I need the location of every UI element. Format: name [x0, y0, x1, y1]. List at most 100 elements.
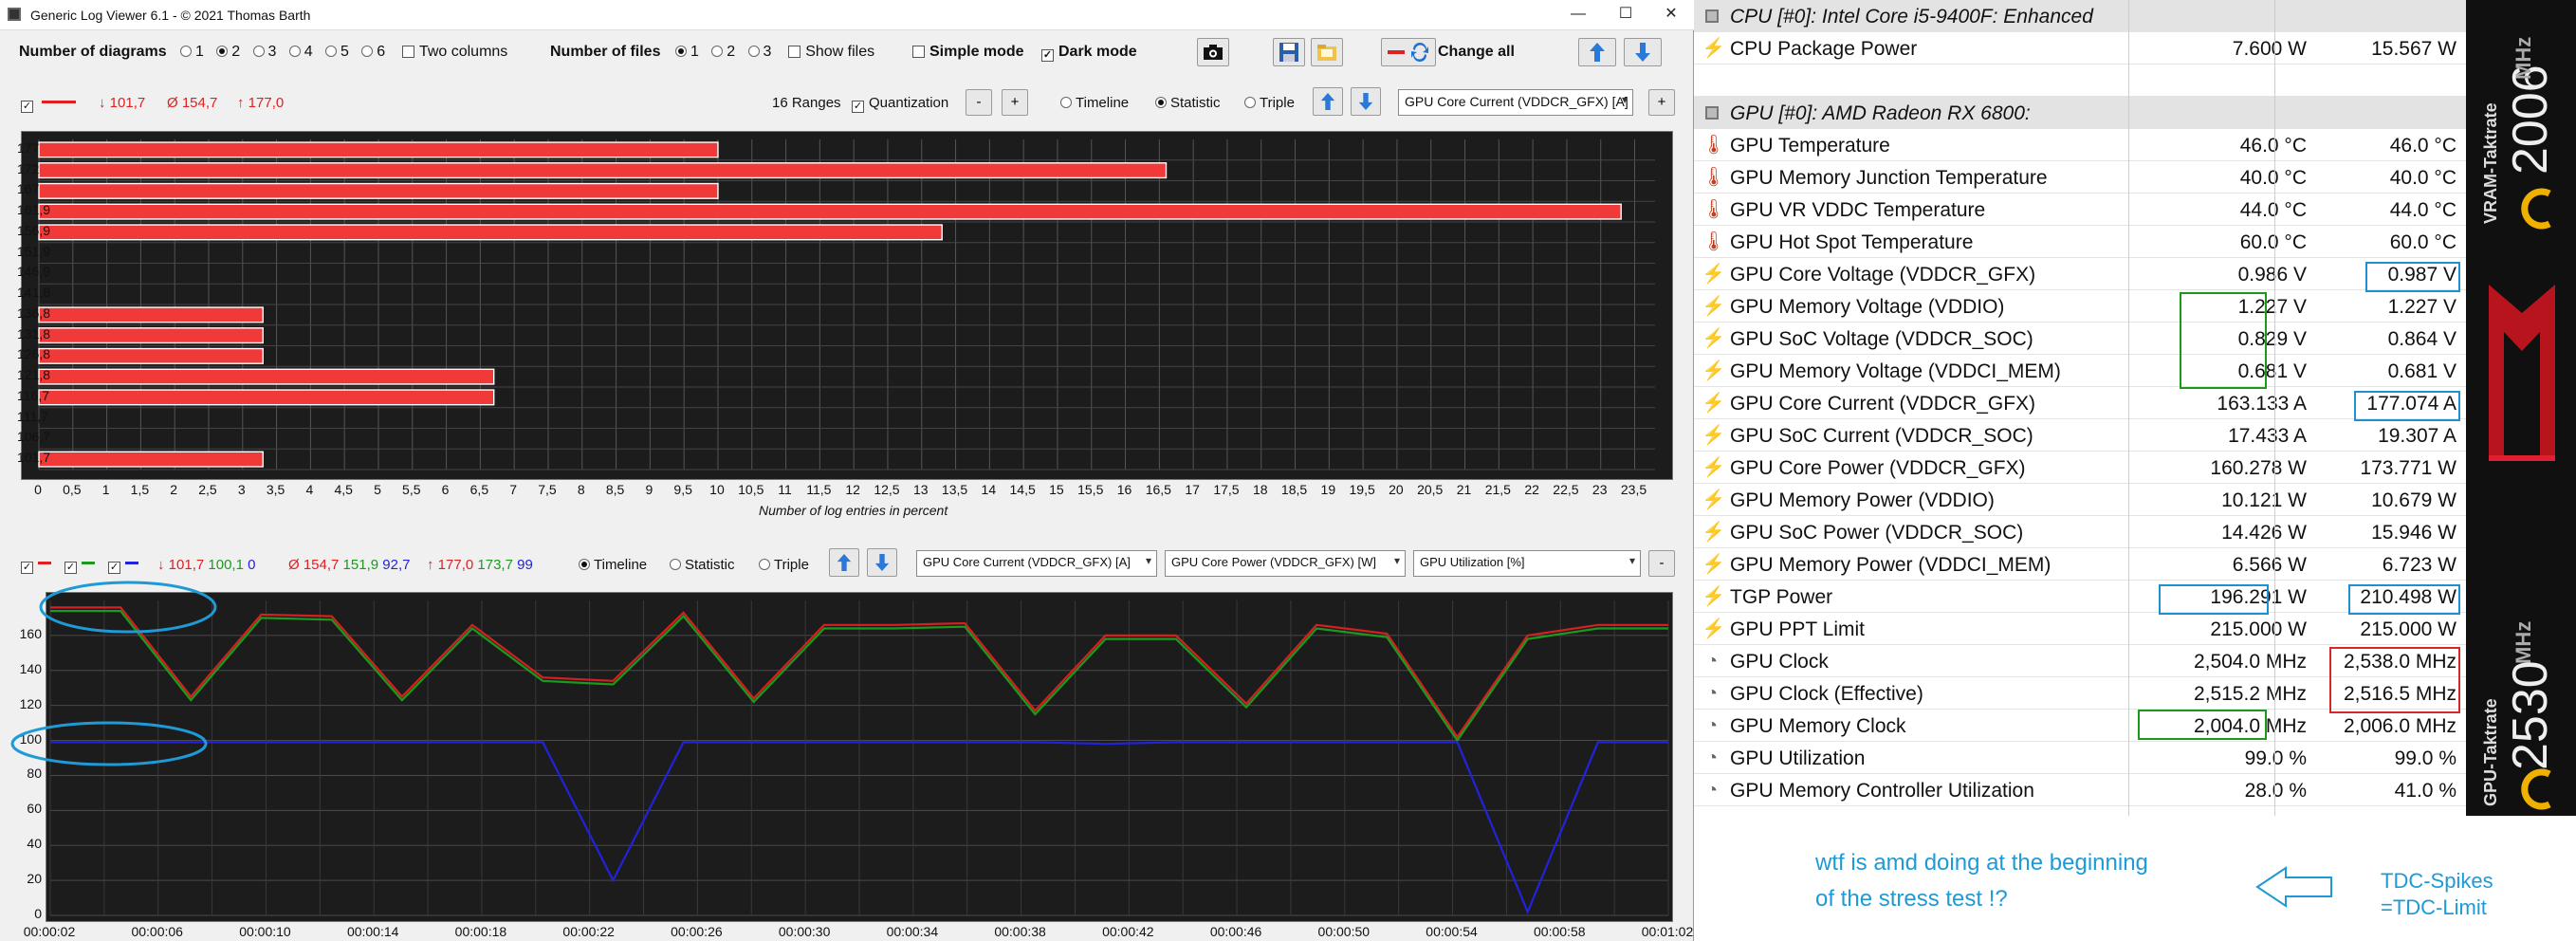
histogram-x-tick: 21 — [1456, 482, 1472, 497]
sensor-max-value: 173.771 W — [2360, 457, 2456, 479]
sensor-row[interactable]: ⚡ GPU SoC Voltage (VDDCR_SOC) 0.829 V 0.864… — [1694, 323, 2466, 355]
highlight-box — [2348, 584, 2460, 615]
diagram-radio-4[interactable]: 4 — [288, 44, 313, 60]
save-button[interactable] — [1273, 38, 1305, 66]
diagram2-remove-button[interactable]: - — [1648, 550, 1675, 577]
diagram1-move-down-button[interactable] — [1351, 87, 1381, 116]
histogram-x-tick: 21,5 — [1484, 482, 1511, 497]
diagram1-add-button[interactable]: + — [1648, 89, 1675, 116]
bolt-icon: ⚡ — [1702, 328, 1725, 349]
sensor-name: GPU VR VDDC Temperature — [1730, 199, 1986, 221]
minimize-button[interactable]: — — [1565, 4, 1592, 27]
diagram2-stat-avg: Ø 154,7 151,9 92,7 — [288, 557, 411, 573]
histogram-x-tick: 23 — [1592, 482, 1608, 497]
timeline-x-tick: 00:00:58 — [1534, 924, 1586, 939]
ranges-increase-button[interactable]: + — [1002, 89, 1028, 116]
diagram1-mode-timeline[interactable]: Timeline — [1060, 95, 1129, 111]
simple-mode-checkbox[interactable]: Simple mode — [912, 44, 1024, 61]
arrow-up-icon — [1590, 43, 1605, 62]
diagram-radio-5[interactable]: 5 — [325, 44, 349, 60]
sensor-row[interactable]: ⚡ GPU SoC Power (VDDCR_SOC) 14.426 W 15.946… — [1694, 516, 2466, 548]
sensor-row[interactable]: ⚡ GPU Memory Power (VDDIO) 10.121 W 10.679 … — [1694, 484, 2466, 516]
gpu-clock-unit: MHz — [2512, 620, 2535, 664]
sensor-row[interactable]: ⚡ GPU PPT Limit 215.000 W 215.000 W — [1694, 613, 2466, 645]
file-radio-3[interactable]: 3 — [747, 44, 771, 60]
two-columns-checkbox[interactable]: Two columns — [401, 44, 507, 60]
sensor-row[interactable]: ◔ GPU Memory Clock 2,004.0 MHz 2,006.0 MHz — [1694, 710, 2466, 742]
dark-mode-checkbox[interactable]: ✓ Dark mode — [1041, 44, 1137, 62]
show-files-checkbox[interactable]: Show files — [788, 44, 874, 60]
diagram1-mode-triple[interactable]: Triple — [1244, 95, 1295, 111]
diagram1-move-up-button[interactable] — [1313, 87, 1343, 116]
sensor-row[interactable]: ◔ GPU Utilization 99.0 % 99.0 % — [1694, 742, 2466, 774]
histogram-x-tick: 8,5 — [605, 482, 625, 497]
diagram-radio-1[interactable]: 1 — [180, 44, 204, 60]
red-logo-icon — [2489, 285, 2555, 461]
histogram-x-tick: 11 — [778, 482, 792, 497]
histogram-x-tick: 1 — [101, 482, 110, 497]
sensor-name: GPU Hot Spot Temperature — [1730, 231, 1974, 253]
diagram1-mode-statistic[interactable]: Statistic — [1155, 95, 1221, 111]
timeline-x-tick: 00:00:54 — [1426, 924, 1478, 939]
sensor-row[interactable]: 🌡 GPU Temperature 46.0 °C 46.0 °C — [1694, 129, 2466, 161]
sensor-row[interactable]: 🌡 GPU VR VDDC Temperature 44.0 °C 44.0 °C — [1694, 194, 2466, 226]
diagram2-move-down-button[interactable] — [867, 548, 897, 577]
open-folder-button[interactable] — [1311, 38, 1343, 66]
sensor-row[interactable]: ⚡ CPU Package Power 7.600 W 15.567 W — [1694, 32, 2466, 65]
histogram-x-tick: 18,5 — [1280, 482, 1308, 497]
diagram2-mode-timeline[interactable]: Timeline — [579, 557, 647, 573]
move-down-all-button[interactable] — [1624, 38, 1662, 66]
histogram-x-tick: 18 — [1252, 482, 1268, 497]
sensor-name: GPU SoC Current (VDDCR_SOC) — [1730, 425, 2033, 447]
diagram2-red-series-checkbox[interactable]: ✓ — [21, 556, 51, 574]
annotation-tdc-line1: TDC-Spikes — [2381, 869, 2493, 893]
diagram-radio-3[interactable]: 3 — [252, 44, 276, 60]
file-radio-1[interactable]: 1 — [675, 44, 699, 60]
sensor-row[interactable]: ⚡ GPU SoC Current (VDDCR_SOC) 17.433 A 19.3… — [1694, 419, 2466, 452]
clock-gadget: VRAM-Taktrate 2006 MHz GPU-Taktrate 2530… — [2466, 0, 2576, 816]
diagram2-mode-triple[interactable]: Triple — [759, 557, 809, 573]
sensor-group-header[interactable]: CPU [#0]: Intel Core i5-9400F: Enhanced — [1694, 0, 2466, 32]
diagram2-plot-area — [46, 592, 1673, 922]
sensor-row[interactable]: ⚡ GPU Core Power (VDDCR_GFX) 160.278 W 173.… — [1694, 452, 2466, 484]
swap-colors-button[interactable] — [1381, 38, 1436, 66]
file-radio-2[interactable]: 2 — [711, 44, 735, 60]
diagram2-green-series-checkbox[interactable]: ✓ — [64, 556, 95, 574]
diagram2-sensor1-select[interactable]: GPU Core Current (VDDCR_GFX) [A] — [916, 550, 1157, 577]
sensor-row[interactable]: ◔ GPU Memory Controller Utilization 28.0 %… — [1694, 774, 2466, 806]
timeline-x-tick: 00:00:46 — [1209, 924, 1262, 939]
histogram-bar — [38, 162, 1168, 179]
diagram2-sensor3-select[interactable]: GPU Utilization [%] — [1413, 550, 1641, 577]
maximize-button[interactable]: ☐ — [1612, 4, 1639, 27]
histogram-x-tick: 13,5 — [941, 482, 968, 497]
sensor-row[interactable]: 🌡 GPU Hot Spot Temperature 60.0 °C 60.0 °C — [1694, 226, 2466, 258]
sensor-group-header[interactable]: GPU [#0]: AMD Radeon RX 6800: — [1694, 97, 2466, 129]
diagram-radio-2[interactable]: 2 — [216, 44, 240, 60]
sensor-row[interactable]: ⚡ GPU Memory Voltage (VDDIO) 1.227 V 1.227 … — [1694, 290, 2466, 323]
sensor-row[interactable]: ⚡ GPU Core Voltage (VDDCR_GFX) 0.986 V 0.98… — [1694, 258, 2466, 290]
move-up-all-button[interactable] — [1578, 38, 1616, 66]
histogram-x-tick: 16,5 — [1145, 482, 1171, 497]
diagram2-mode-statistic[interactable]: Statistic — [670, 557, 735, 573]
screenshot-button[interactable] — [1197, 38, 1229, 66]
num-diagrams-label: Number of diagrams — [19, 44, 167, 60]
sensor-row[interactable] — [1694, 65, 2466, 97]
histogram-x-tick: 14,5 — [1009, 482, 1036, 497]
sensor-row[interactable]: ⚡ GPU Core Current (VDDCR_GFX) 163.133 A 17… — [1694, 387, 2466, 419]
histogram-bar — [38, 451, 264, 468]
quantization-checkbox[interactable]: ✓ Quantization — [852, 95, 948, 113]
diagram2-move-up-button[interactable] — [829, 548, 859, 577]
diagram1-stat-avg: Ø 154,7 — [167, 95, 218, 111]
ranges-decrease-button[interactable]: - — [966, 89, 992, 116]
gpu-clock-value: 2530 — [2503, 660, 2558, 770]
diagram-radio-6[interactable]: 6 — [361, 44, 385, 60]
sensor-row[interactable]: ⚡ GPU Memory Voltage (VDDCI_MEM) 0.681 V 0.… — [1694, 355, 2466, 387]
timeline-x-tick: 00:00:34 — [886, 924, 939, 939]
sensor-row[interactable]: 🌡 GPU Memory Junction Temperature 40.0 °C 4… — [1694, 161, 2466, 194]
sensor-row[interactable]: ⚡ GPU Memory Power (VDDCI_MEM) 6.566 W 6.72… — [1694, 548, 2466, 581]
diagram1-sensor-select[interactable]: GPU Core Current (VDDCR_GFX) [A] — [1398, 89, 1633, 116]
diagram2-blue-series-checkbox[interactable]: ✓ — [108, 556, 138, 574]
diagram2-sensor2-select[interactable]: GPU Core Power (VDDCR_GFX) [W] — [1165, 550, 1406, 577]
diagram1-series-checkbox[interactable]: ✓ — [21, 95, 76, 113]
close-button[interactable]: ✕ — [1658, 4, 1684, 27]
